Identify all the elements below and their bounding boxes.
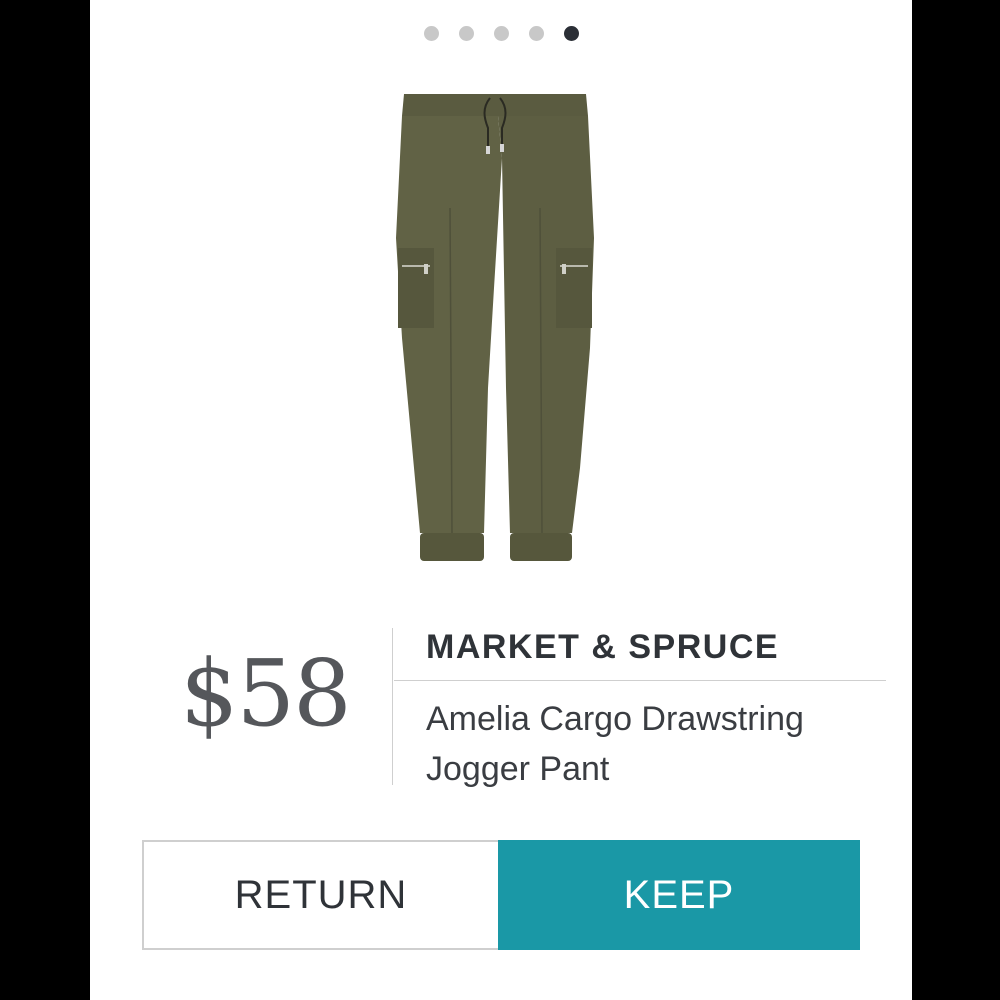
return-button[interactable]: RETURN: [142, 840, 500, 950]
carousel-dot[interactable]: [493, 26, 509, 41]
carousel-dot[interactable]: [458, 26, 474, 41]
carousel-indicator: [90, 26, 912, 41]
carousel-dot[interactable]: [528, 26, 544, 41]
horizontal-divider: [394, 680, 886, 681]
carousel-dot-active[interactable]: [563, 26, 579, 41]
vertical-divider: [392, 628, 393, 785]
carousel-dot[interactable]: [423, 26, 439, 41]
keep-button[interactable]: KEEP: [498, 840, 860, 950]
product-card: $58 MARKET & SPRUCE Amelia Cargo Drawstr…: [90, 0, 912, 1000]
product-name: Amelia Cargo Drawstring Jogger Pant: [426, 700, 804, 788]
price: $58: [180, 640, 352, 747]
brand-name: MARKET & SPRUCE: [426, 628, 780, 666]
product-image: [396, 94, 594, 561]
